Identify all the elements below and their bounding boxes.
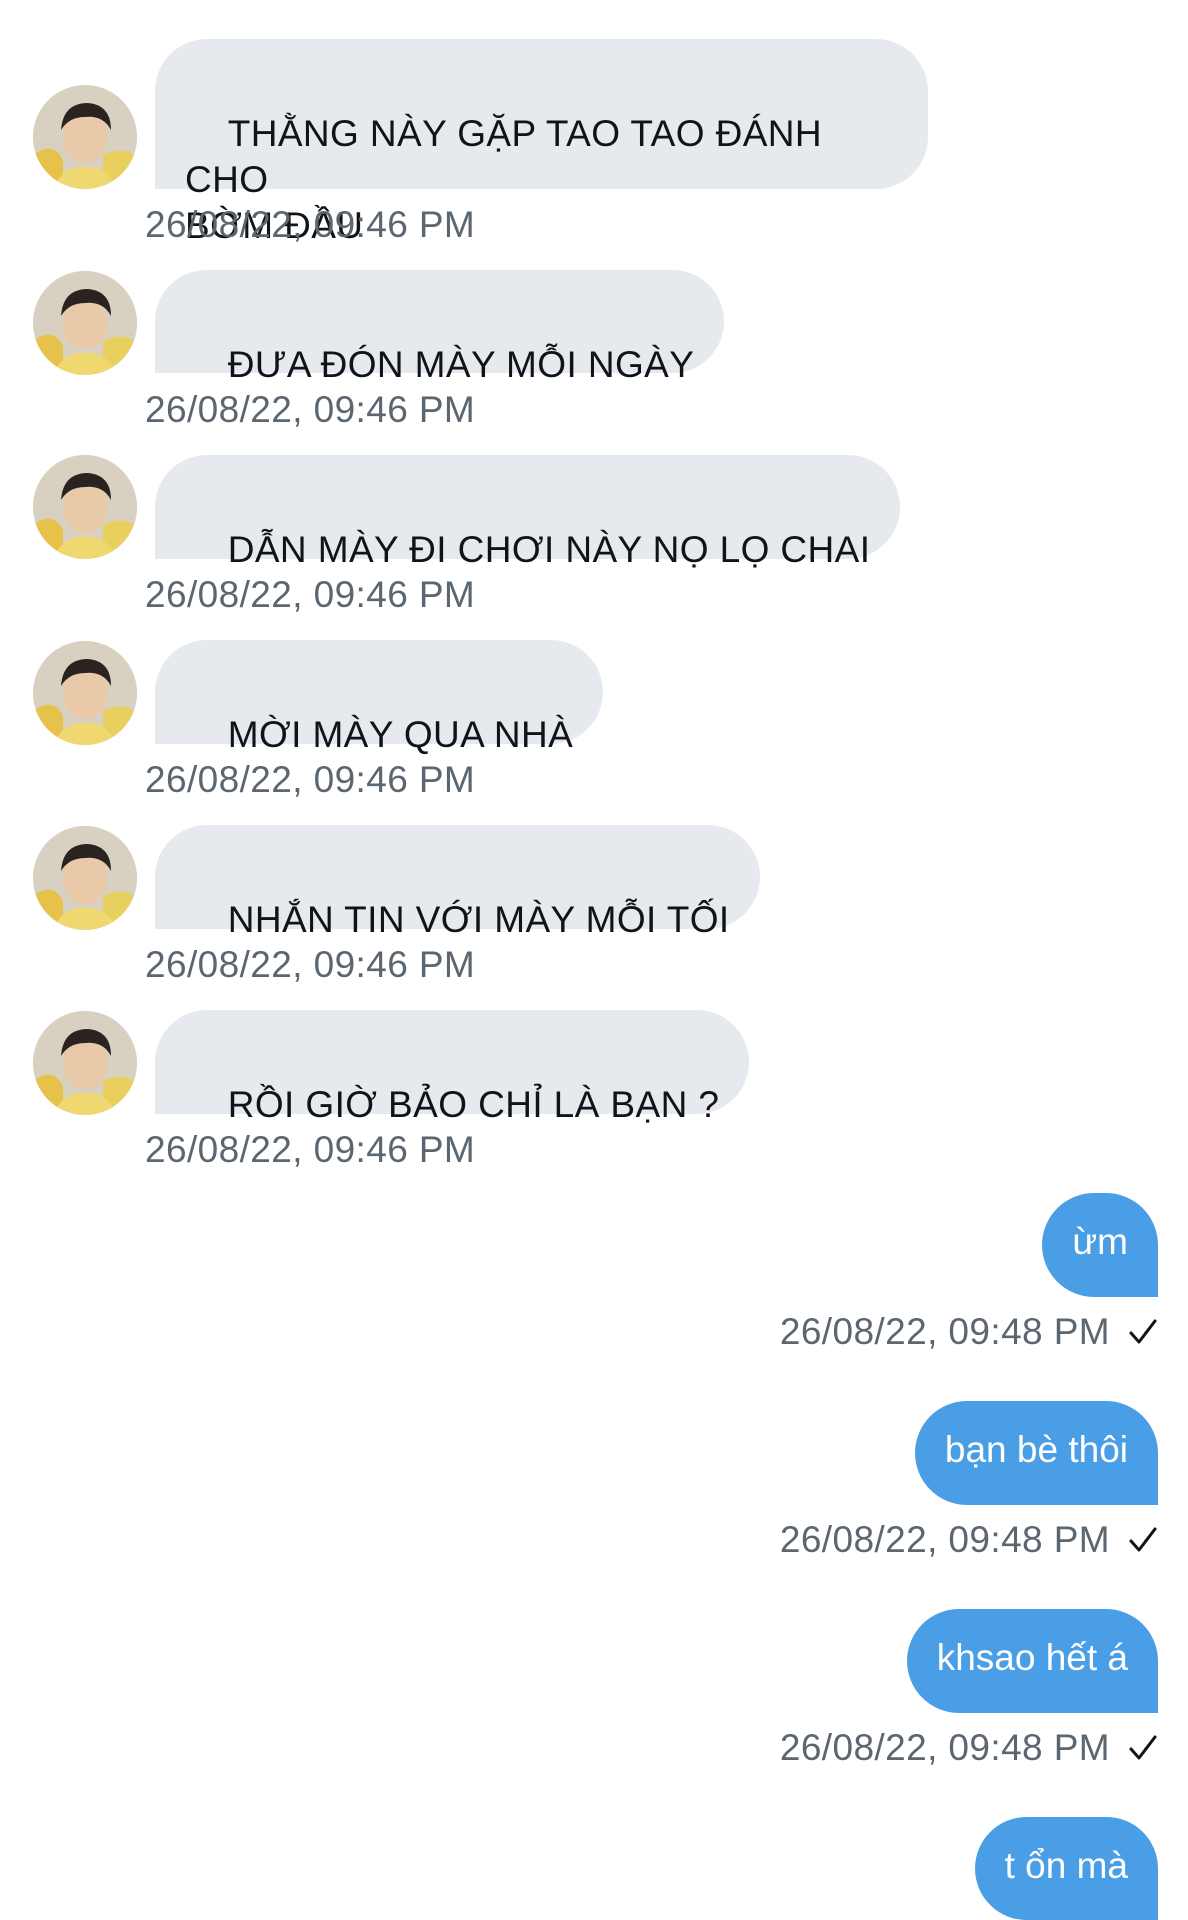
message-text: ĐƯA ĐÓN MÀY MỖI NGÀY — [227, 344, 695, 385]
message-timestamp: 26/08/22, 09:48 PM — [779, 1311, 1110, 1352]
message-text: DẪN MÀY ĐI CHƠI NÀY NỌ LỌ CHAI — [227, 529, 871, 570]
message-bubble[interactable]: THẰNG NÀY GẶP TAO TAO ĐÁNH CHO BỜM ĐẦU — [155, 39, 928, 246]
message-timestamp: 26/08/22, 09:46 PM — [145, 574, 476, 615]
message-bubble[interactable]: NHẮN TIN VỚI MÀY MỖI TỐI — [155, 825, 760, 940]
message-timestamp: 26/08/22, 09:48 PM — [779, 1727, 1110, 1768]
message-text: bạn bè thôi — [944, 1429, 1128, 1470]
message-text: khsao hết á — [936, 1637, 1128, 1678]
message-text: NHẮN TIN VỚI MÀY MỖI TỐI — [227, 899, 730, 940]
message-status: 26/08/22, 09:48 PM — [780, 1727, 1158, 1769]
message-timestamp: 26/08/22, 09:46 PM — [145, 944, 476, 985]
message-timestamp: 26/08/22, 09:46 PM — [145, 389, 476, 430]
avatar[interactable] — [33, 455, 137, 559]
avatar[interactable] — [33, 641, 137, 745]
check-icon — [1129, 1527, 1157, 1552]
message-timestamp: 26/08/22, 09:46 PM — [145, 1129, 476, 1170]
message-bubble[interactable]: ừm — [1042, 1193, 1158, 1297]
message-status: 26/08/22, 09:48 PM — [780, 1519, 1158, 1561]
avatar[interactable] — [33, 271, 137, 375]
message-timestamp: 26/08/22, 09:48 PM — [779, 1519, 1110, 1560]
check-icon — [1129, 1735, 1157, 1760]
message-bubble[interactable]: t ổn mà — [974, 1817, 1158, 1920]
message-text: t ổn mà — [1004, 1845, 1128, 1886]
avatar[interactable] — [33, 85, 137, 189]
message-timestamp: 26/08/22, 09:46 PM — [145, 759, 476, 800]
message-bubble[interactable]: DẪN MÀY ĐI CHƠI NÀY NỌ LỌ CHAI — [155, 455, 901, 570]
avatar[interactable] — [33, 826, 137, 930]
message-bubble[interactable]: RỒI GIỜ BẢO CHỈ LÀ BẠN ? — [155, 1010, 750, 1125]
check-icon — [1129, 1319, 1157, 1344]
message-text: ừm — [1072, 1221, 1128, 1262]
message-timestamp: 26/08/22, 09:46 PM — [145, 204, 476, 245]
message-status: 26/08/22, 09:48 PM — [780, 1311, 1158, 1353]
message-bubble[interactable]: MỜI MÀY QUA NHÀ — [155, 640, 604, 755]
message-text: RỒI GIỜ BẢO CHỈ LÀ BẠN ? — [227, 1084, 720, 1125]
message-bubble[interactable]: khsao hết á — [906, 1609, 1158, 1713]
message-bubble[interactable]: ĐƯA ĐÓN MÀY MỖI NGÀY — [155, 270, 725, 385]
avatar[interactable] — [33, 1011, 137, 1115]
message-bubble[interactable]: bạn bè thôi — [914, 1401, 1158, 1505]
message-text: MỜI MÀY QUA NHÀ — [227, 714, 574, 755]
